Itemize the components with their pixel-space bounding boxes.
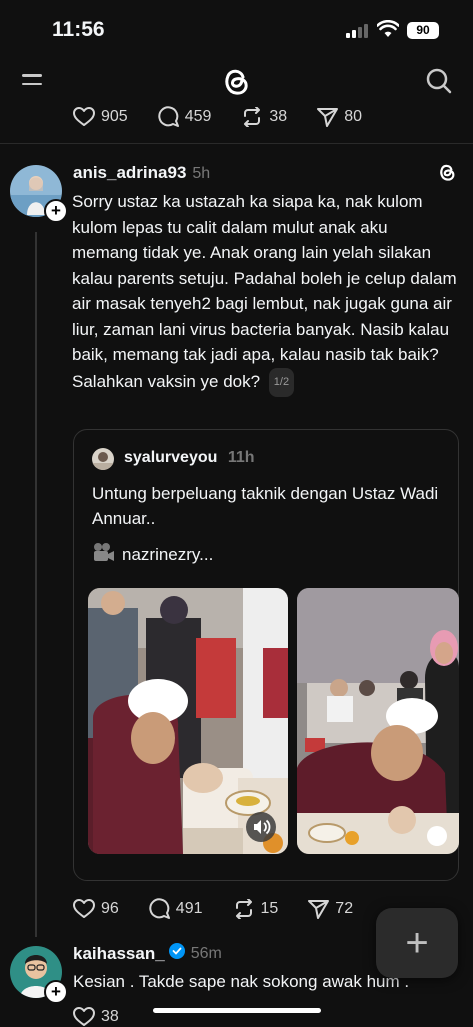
- camera-icon: [92, 542, 116, 567]
- reply-count: 491: [175, 899, 203, 917]
- reply-button[interactable]: 491: [149, 898, 203, 919]
- next-post-header: kaihassan_ 56m: [73, 943, 222, 964]
- post-text: Sorry ustaz ka ustazah ka siapa ka, nak …: [72, 192, 457, 391]
- video-credit: nazrinezry...: [92, 542, 213, 567]
- quote-header: syalurveyou 11h: [124, 449, 255, 467]
- plus-icon: +: [405, 921, 429, 965]
- follow-plus-button[interactable]: +: [44, 980, 68, 1004]
- speaker-icon: [254, 819, 271, 835]
- thread-line: [35, 232, 37, 937]
- send-icon: [317, 107, 339, 127]
- follow-plus-button[interactable]: +: [44, 199, 68, 223]
- sound-toggle-button[interactable]: [246, 812, 276, 842]
- home-indicator: [153, 1008, 321, 1013]
- reply-count: 459: [184, 107, 212, 125]
- quote-username[interactable]: syalurveyou: [124, 449, 217, 466]
- next-post-username[interactable]: kaihassan_: [73, 944, 165, 964]
- battery-indicator: 90: [407, 22, 439, 39]
- share-button[interactable]: 80: [317, 107, 362, 127]
- like-count: 905: [101, 107, 128, 125]
- threads-badge-icon: [437, 161, 457, 188]
- post-header: anis_adrina93 5h: [73, 163, 210, 183]
- like-count: 96: [101, 899, 119, 917]
- comment-icon: [158, 106, 179, 127]
- search-icon[interactable]: [426, 68, 452, 99]
- repost-button[interactable]: 15: [233, 898, 279, 919]
- cellular-signal-icon: [346, 24, 368, 38]
- like-button[interactable]: 38: [73, 1007, 119, 1027]
- heart-icon: [73, 898, 95, 919]
- heart-icon: [73, 1007, 95, 1027]
- repost-icon: [241, 106, 263, 127]
- comment-icon: [149, 898, 170, 919]
- quote-time: 11h: [227, 449, 255, 466]
- like-button[interactable]: 905: [73, 106, 128, 127]
- post-body: Sorry ustaz ka ustazah ka siapa ka, nak …: [72, 189, 457, 397]
- menu-icon[interactable]: [22, 74, 42, 91]
- quote-text: Untung berpeluang taknik dengan Ustaz Wa…: [92, 484, 439, 528]
- send-icon: [308, 899, 330, 919]
- next-post-text: Kesian . Takde sape nak sokong awak hum …: [73, 972, 410, 991]
- video-credit-text[interactable]: nazrinezry...: [122, 545, 213, 565]
- repost-count: 38: [269, 107, 288, 125]
- new-post-button[interactable]: +: [376, 908, 458, 978]
- like-count: 38: [101, 1008, 119, 1025]
- share-count: 72: [335, 899, 354, 917]
- repost-count: 15: [260, 899, 279, 917]
- wifi-icon: [376, 19, 400, 43]
- next-post-actions: 38: [73, 1007, 149, 1027]
- video-thumbnail-2[interactable]: [297, 588, 459, 854]
- thread-pager: 1/2: [268, 367, 295, 397]
- threads-logo-icon[interactable]: [220, 64, 252, 103]
- share-count: 80: [344, 107, 362, 125]
- heart-icon: [73, 106, 95, 127]
- post-actions: 96 491 15 72: [73, 898, 383, 919]
- quote-avatar: [92, 448, 114, 470]
- share-button[interactable]: 72: [308, 899, 353, 919]
- next-post-time: 56m: [190, 944, 222, 962]
- post-username[interactable]: anis_adrina93: [73, 163, 186, 183]
- post-divider: [0, 143, 473, 144]
- repost-button[interactable]: 38: [241, 106, 288, 127]
- status-time: 11:56: [52, 18, 105, 41]
- reply-button[interactable]: 459: [158, 106, 212, 127]
- post-time: 5h: [192, 165, 211, 182]
- prev-post-actions: 905 459 38 80: [73, 106, 392, 127]
- like-button[interactable]: 96: [73, 898, 119, 919]
- verified-badge-icon: [168, 943, 185, 964]
- repost-icon: [233, 898, 255, 919]
